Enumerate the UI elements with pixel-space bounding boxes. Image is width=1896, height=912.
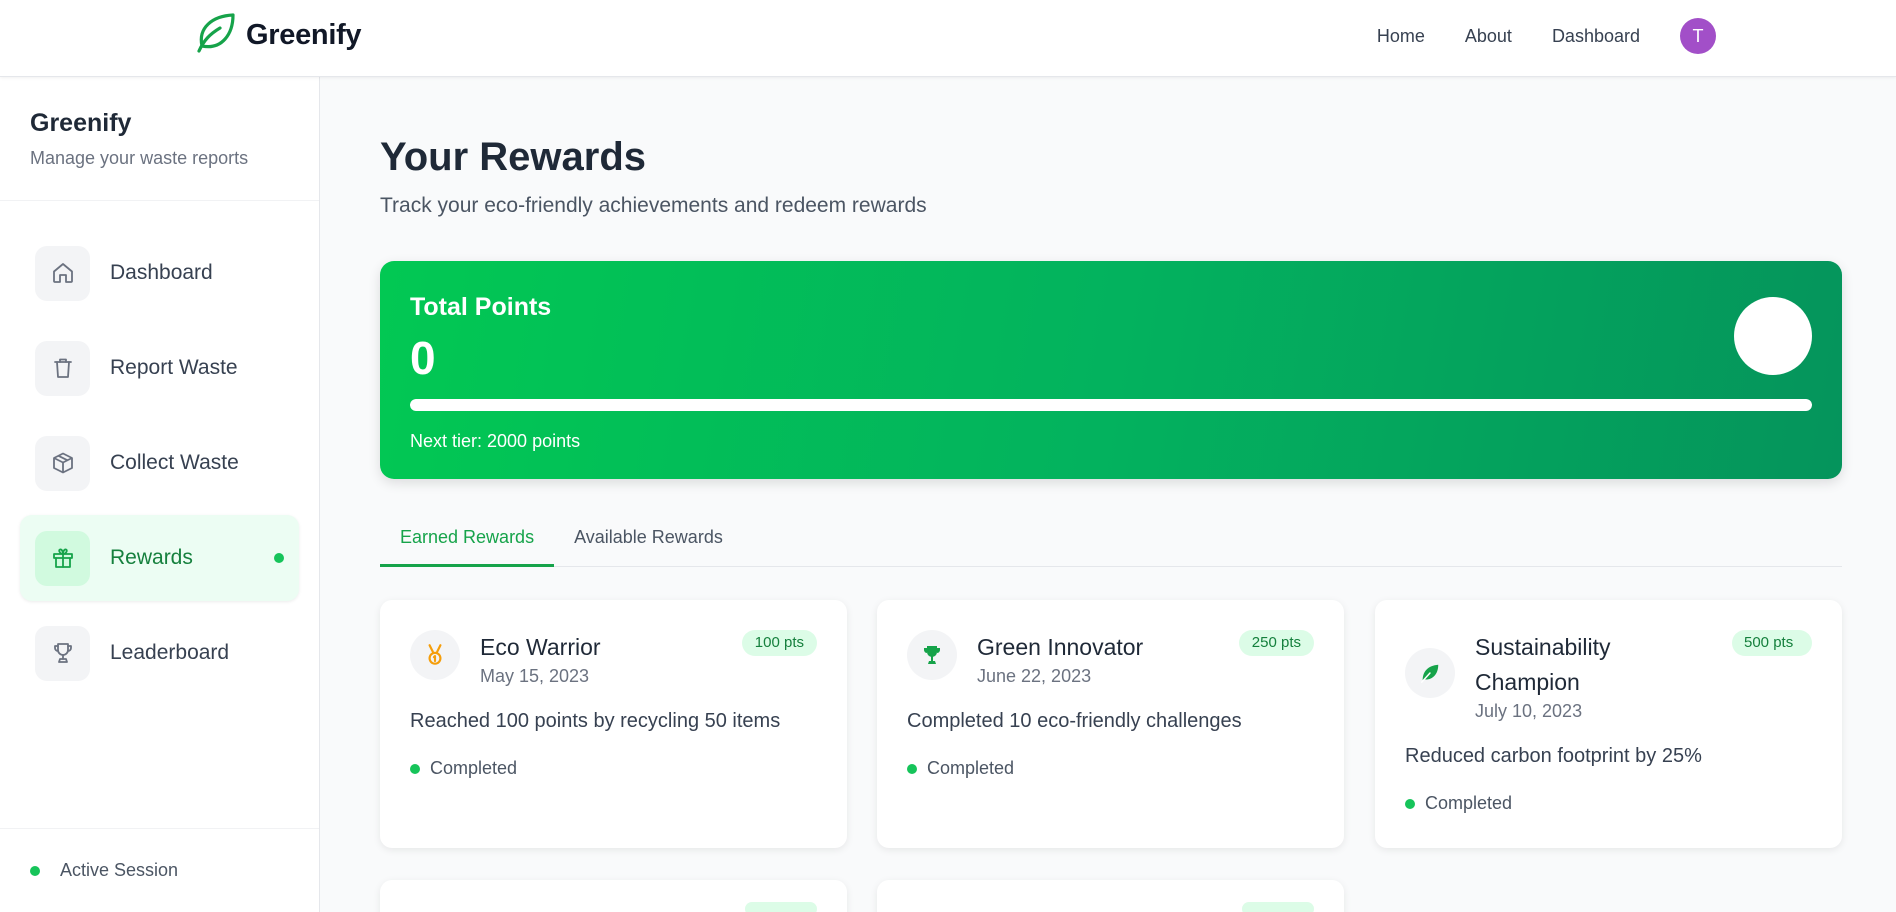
status-label: Completed (430, 758, 518, 778)
points-badge: 100 pts (741, 630, 817, 656)
home-icon (35, 245, 90, 301)
brand-name: Greenify (246, 18, 362, 51)
package-icon (35, 435, 90, 491)
sidebar-item-collect-waste[interactable]: Collect Waste (20, 420, 299, 506)
points-badge: 250 pts (1238, 630, 1314, 656)
sidebar: Greenify Manage your waste reports Dashb… (0, 77, 320, 912)
points-badge-circle (1734, 297, 1812, 375)
reward-date: June 22, 2023 (977, 666, 1092, 686)
reward-card[interactable]: Sustainability Champion July 10, 2023 50… (1375, 600, 1842, 848)
nav-link-dashboard[interactable]: Dashboard (1552, 26, 1640, 47)
sidebar-item-rewards[interactable]: Rewards (20, 515, 299, 601)
medal-icon (410, 630, 460, 680)
points-value: 0 (410, 332, 436, 384)
trophy-icon (35, 625, 90, 681)
gift-icon (35, 530, 90, 586)
sidebar-item-label: Rewards (110, 546, 193, 569)
reward-card[interactable]: Eco Warrior May 15, 2023 100 pts Reached… (380, 600, 847, 848)
reward-description: Completed 10 eco-friendly challenges (907, 710, 1242, 732)
reward-title: Green Innovator (977, 634, 1144, 660)
points-badge: 500 pts (1732, 630, 1812, 656)
active-indicator (274, 553, 284, 563)
status-label: Completed (927, 758, 1015, 778)
nav-link-about[interactable]: About (1465, 26, 1512, 47)
reward-card-partial[interactable] (877, 880, 1344, 912)
tab-earned-rewards[interactable]: Earned Rewards (380, 518, 555, 567)
tab-available-rewards[interactable]: Available Rewards (554, 518, 743, 567)
sidebar-subtitle: Manage your waste reports (30, 148, 249, 168)
page-subtitle: Track your eco-friendly achievements and… (380, 194, 927, 217)
reward-status: Completed (410, 758, 517, 779)
reward-status: Completed (1405, 793, 1512, 814)
leaf-icon (1405, 648, 1455, 698)
session-status-label: Active Session (60, 860, 179, 880)
nav-link-home[interactable]: Home (1377, 26, 1425, 47)
reward-title: Sustainability Champion (1475, 634, 1611, 695)
status-dot (1405, 798, 1415, 809)
reward-title: Eco Warrior (480, 634, 601, 660)
trophy-icon (907, 630, 957, 680)
sidebar-header: Greenify Manage your waste reports (0, 77, 319, 201)
status-label: Completed (1425, 793, 1513, 813)
sidebar-item-label: Collect Waste (110, 451, 239, 474)
status-dot (410, 763, 420, 774)
reward-description: Reached 100 points by recycling 50 items (410, 710, 781, 732)
sidebar-item-label: Dashboard (110, 261, 213, 284)
status-dot (907, 763, 917, 774)
leaf-logo-icon (192, 10, 238, 61)
top-navbar: Greenify Home About Dashboard T (0, 0, 1896, 77)
reward-date: July 10, 2023 (1475, 701, 1583, 721)
sidebar-item-label: Report Waste (110, 356, 238, 379)
brand-logo[interactable]: Greenify (192, 10, 362, 61)
sidebar-item-label: Leaderboard (110, 641, 230, 664)
session-status: Active Session (0, 828, 319, 912)
total-points-card: Total Points 0 Next tier: 2000 points (380, 261, 1842, 479)
sidebar-title: Greenify (30, 109, 132, 137)
points-progress-bar (410, 399, 1812, 411)
nav-links: Home About Dashboard T (1377, 18, 1716, 54)
sidebar-item-leaderboard[interactable]: Leaderboard (20, 610, 299, 696)
sidebar-item-dashboard[interactable]: Dashboard (20, 230, 299, 316)
trash-icon (35, 340, 90, 396)
points-badge (1242, 902, 1314, 912)
page-title: Your Rewards (380, 135, 646, 179)
rewards-tabs: Earned Rewards Available Rewards (380, 518, 1842, 567)
reward-description: Reduced carbon footprint by 25% (1405, 745, 1702, 767)
sidebar-item-report-waste[interactable]: Report Waste (20, 325, 299, 411)
status-dot (30, 865, 40, 876)
reward-date: May 15, 2023 (480, 666, 590, 686)
reward-status: Completed (907, 758, 1014, 779)
user-avatar[interactable]: T (1680, 18, 1716, 54)
reward-card-partial[interactable] (380, 880, 847, 912)
reward-card[interactable]: Green Innovator June 22, 2023 250 pts Co… (877, 600, 1344, 848)
points-label: Total Points (410, 293, 552, 321)
next-tier-label: Next tier: 2000 points (410, 431, 581, 451)
points-badge (745, 902, 817, 912)
points-progress-fill (410, 399, 1812, 411)
sidebar-menu: Dashboard Report Waste Collect Waste Rew… (0, 201, 319, 696)
